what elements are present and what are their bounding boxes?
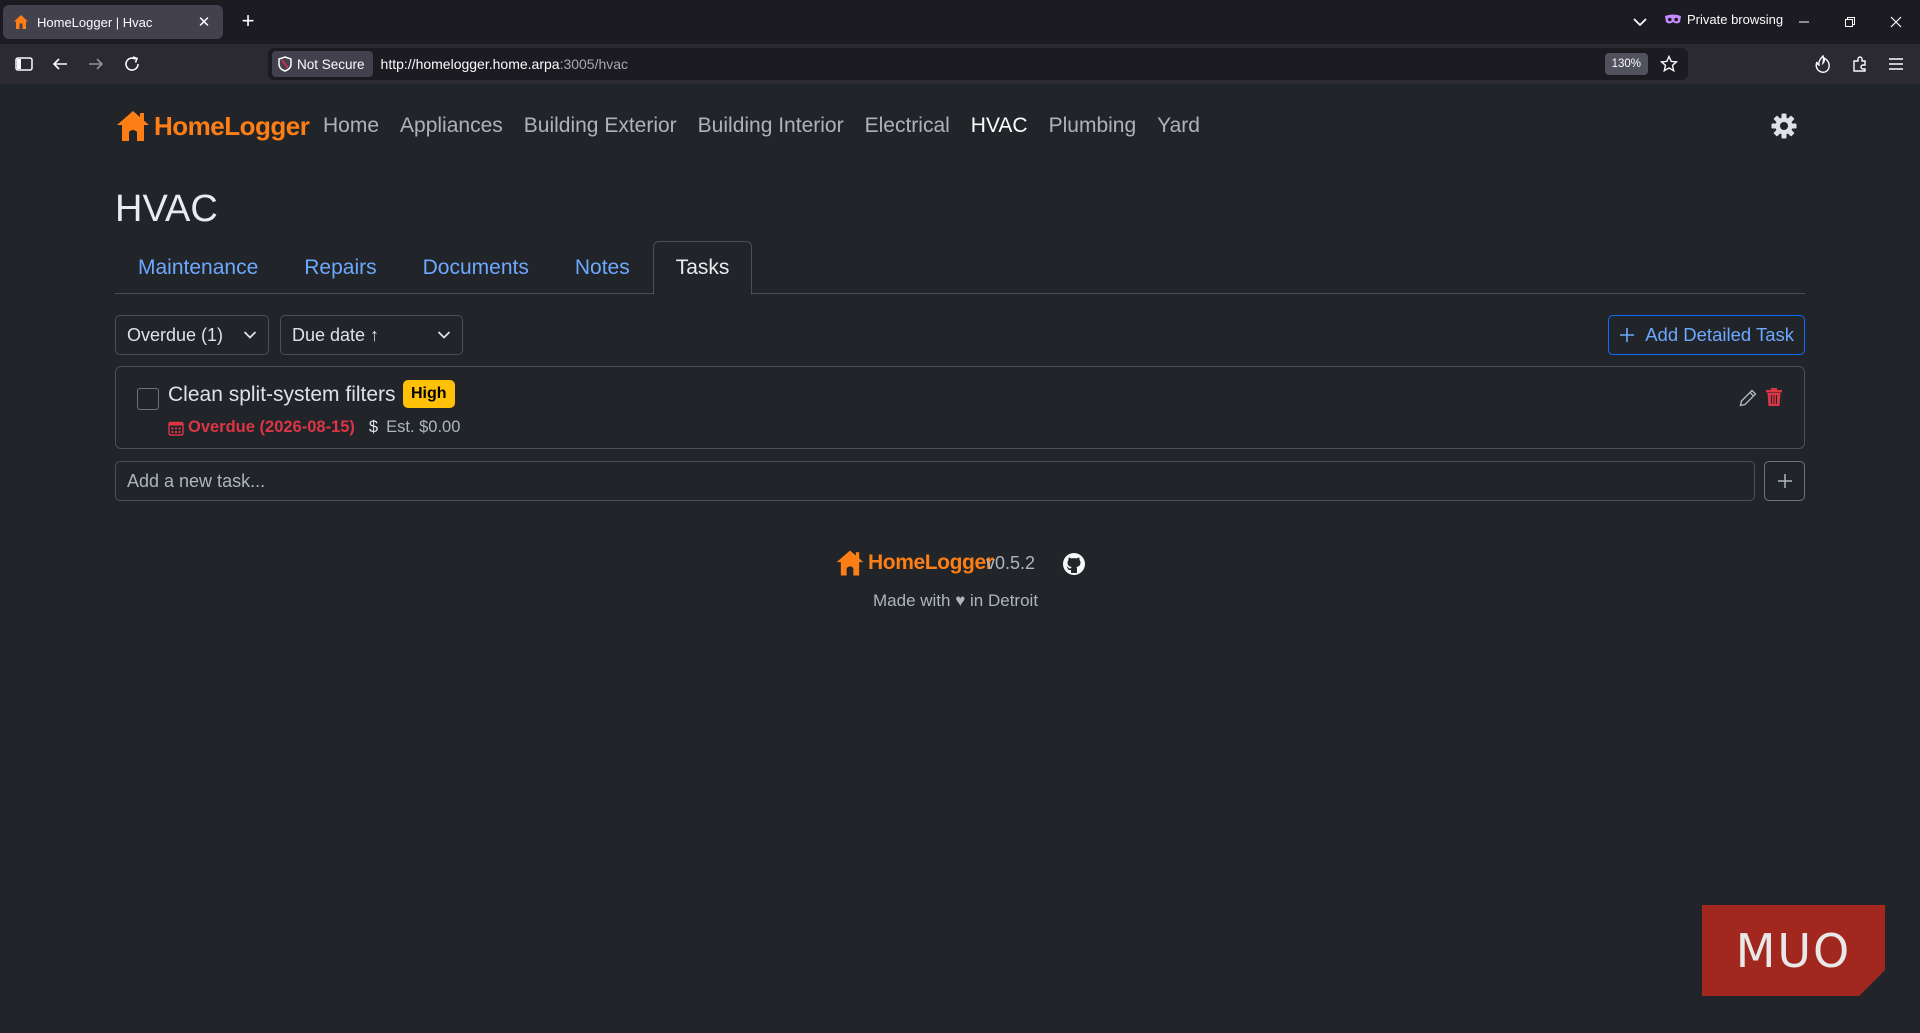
minimize-icon[interactable] — [1789, 8, 1819, 36]
logo-text: HomeLogger — [154, 110, 310, 141]
nav-home[interactable]: Home — [323, 114, 379, 138]
add-detailed-task-button[interactable]: Add Detailed Task — [1608, 315, 1805, 355]
browser-tab-active[interactable]: HomeLogger | Hvac ✕ — [3, 5, 223, 39]
app-header: HomeLogger Home Appliances Building Exte… — [115, 104, 1805, 148]
pencil-icon[interactable] — [1738, 388, 1760, 410]
chevron-down-icon — [437, 331, 451, 339]
estimate: $ Est. $0.00 — [369, 418, 461, 437]
new-task-input[interactable] — [115, 461, 1755, 501]
tab-tasks[interactable]: Tasks — [652, 241, 753, 295]
main-nav: Home Appliances Building Exterior Buildi… — [323, 114, 1200, 138]
footer-logo[interactable]: HomeLogger — [835, 548, 994, 578]
sort-select[interactable]: Due date ↑ — [280, 315, 463, 355]
add-task-plus-button[interactable] — [1764, 461, 1805, 501]
task-title: Clean split-system filters — [168, 383, 396, 406]
status-filter-value: Overdue (1) — [127, 324, 224, 345]
extensions-puzzle-icon[interactable] — [1846, 50, 1874, 78]
private-mask-icon — [1665, 14, 1681, 23]
not-secure-label: Not Secure — [297, 56, 365, 72]
bookmark-star-icon[interactable] — [1658, 53, 1680, 75]
new-tab-icon[interactable]: + — [236, 10, 260, 34]
url-path: :3005/hvac — [559, 56, 629, 72]
private-browsing-indicator: Private browsing — [1665, 12, 1783, 27]
browser-tab-bar: HomeLogger | Hvac ✕ + Private browsing — [0, 0, 1920, 44]
private-browsing-label: Private browsing — [1687, 12, 1784, 27]
chevron-down-icon[interactable] — [1628, 10, 1652, 34]
due-date-text: Overdue (2026-08-15) — [188, 418, 355, 436]
task-meta: Overdue (2026-08-15) $ Est. $0.00 — [168, 418, 460, 437]
site-security-indicator[interactable]: Not Secure — [272, 51, 373, 77]
tab-documents[interactable]: Documents — [400, 241, 552, 294]
section-tabs: Maintenance Repairs Documents Notes Task… — [115, 241, 1805, 295]
close-tab-icon[interactable]: ✕ — [195, 13, 213, 31]
nav-building-exterior[interactable]: Building Exterior — [524, 114, 677, 138]
status-filter-select[interactable]: Overdue (1) — [115, 315, 269, 355]
close-window-icon[interactable] — [1881, 8, 1911, 36]
back-arrow-icon[interactable] — [46, 50, 74, 78]
url-host: http://homelogger.home.arpa — [380, 56, 560, 72]
github-icon[interactable] — [1062, 552, 1086, 576]
muo-watermark-logo: MUO — [1702, 905, 1885, 996]
due-status: Overdue (2026-08-15) — [168, 418, 355, 437]
house-logo-icon — [836, 550, 864, 576]
gear-icon[interactable] — [1770, 112, 1798, 140]
calendar-icon — [168, 421, 184, 436]
browser-tab-title: HomeLogger | Hvac — [37, 14, 153, 30]
sidebar-toggle-icon[interactable] — [10, 50, 38, 78]
reload-icon[interactable] — [118, 50, 146, 78]
add-detailed-task-label: Add Detailed Task — [1645, 324, 1794, 345]
plus-icon — [1777, 474, 1792, 488]
estimate-text: Est. $0.00 — [386, 418, 461, 436]
tab-repairs[interactable]: Repairs — [281, 241, 399, 294]
plus-icon — [1620, 328, 1635, 342]
sort-value: Due date ↑ — [292, 324, 380, 345]
muo-watermark-text: MUO — [1735, 923, 1852, 978]
tab-notes[interactable]: Notes — [552, 241, 653, 294]
chevron-down-icon — [243, 331, 257, 339]
browser-nav-bar: Not Secure http://homelogger.home.arpa:3… — [0, 44, 1920, 84]
nav-plumbing[interactable]: Plumbing — [1049, 114, 1137, 138]
dollar-icon: $ — [368, 418, 379, 436]
pocket-fire-icon[interactable] — [1809, 50, 1837, 78]
zoom-level-badge[interactable]: 130% — [1604, 53, 1648, 75]
nav-appliances[interactable]: Appliances — [400, 114, 503, 138]
restore-icon[interactable] — [1835, 8, 1865, 36]
nav-yard[interactable]: Yard — [1157, 114, 1200, 138]
trash-icon[interactable] — [1765, 387, 1785, 409]
nav-building-interior[interactable]: Building Interior — [698, 114, 844, 138]
task-item: Clean split-system filters High Overdue … — [115, 366, 1805, 449]
forward-arrow-icon[interactable] — [82, 50, 110, 78]
homelogger-logo[interactable]: HomeLogger — [115, 108, 310, 144]
url-text[interactable]: http://homelogger.home.arpa:3005/hvac — [381, 56, 1605, 72]
hamburger-menu-icon[interactable] — [1882, 50, 1910, 78]
url-bar[interactable]: Not Secure http://homelogger.home.arpa:3… — [268, 48, 1688, 80]
task-complete-checkbox[interactable] — [137, 388, 159, 410]
task-toolbar: Overdue (1) Due date ↑ Add Detailed Task — [115, 315, 1805, 355]
footer-logo-text: HomeLogger — [868, 551, 994, 574]
shield-icon — [278, 56, 292, 72]
house-favicon-icon — [14, 15, 28, 29]
tab-maintenance[interactable]: Maintenance — [115, 241, 281, 294]
watermark-corner — [1859, 970, 1885, 996]
house-logo-icon — [117, 111, 149, 141]
nav-hvac[interactable]: HVAC — [971, 114, 1028, 138]
priority-badge: High — [403, 380, 455, 408]
made-with-text: Made with ♥ in Detroit — [873, 591, 1039, 610]
version-label: v0.5.2 — [986, 553, 1036, 573]
page-title: HVAC — [115, 188, 218, 230]
nav-electrical[interactable]: Electrical — [865, 114, 950, 138]
